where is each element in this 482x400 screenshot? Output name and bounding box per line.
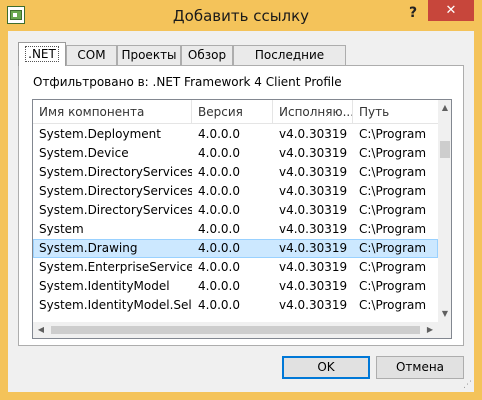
help-button[interactable]: ? <box>402 3 424 23</box>
cell-name: System.Deployment <box>39 127 161 141</box>
table-row[interactable]: System.DirectoryServices 4.0.0.0 v4.0.30… <box>33 182 438 201</box>
cell-path: C:\Program <box>359 146 427 160</box>
column-header-runtime[interactable]: Исполняю... <box>273 100 353 124</box>
cell-name: System.IdentityModel <box>39 279 170 293</box>
tab-com[interactable]: COM <box>66 45 117 65</box>
cell-path: C:\Program <box>359 127 427 141</box>
cell-runtime: v4.0.30319 <box>279 279 348 293</box>
cell-name: System.DirectoryServices.P... <box>39 203 192 217</box>
cell-path: C:\Program <box>359 184 427 198</box>
cell-runtime: v4.0.30319 <box>279 165 348 179</box>
cell-path: C:\Program <box>359 222 427 236</box>
cell-name: System.DirectoryServices <box>39 184 192 198</box>
cell-path: C:\Program <box>359 279 427 293</box>
table-row[interactable]: System.DirectoryServices.... 4.0.0.0 v4.… <box>33 163 438 182</box>
horizontal-scrollbar[interactable]: ◀ ▶ <box>33 322 438 338</box>
cell-version: 4.0.0.0 <box>198 146 240 160</box>
cancel-button[interactable]: Отмена <box>376 356 464 379</box>
size-grip-icon[interactable]: ⋰ <box>462 380 472 390</box>
vertical-scroll-thumb[interactable] <box>440 141 450 158</box>
scrollbar-corner <box>438 322 451 338</box>
tab-projects[interactable]: Проекты <box>117 45 181 65</box>
cell-path: C:\Program <box>359 260 427 274</box>
cell-name: System <box>39 222 84 236</box>
cell-path: C:\Program <box>359 203 427 217</box>
cell-name: System.Drawing <box>39 241 138 255</box>
cell-path: C:\Program <box>359 241 427 255</box>
cell-runtime: v4.0.30319 <box>279 184 348 198</box>
cell-version: 4.0.0.0 <box>198 165 240 179</box>
cell-name: System.DirectoryServices.... <box>39 165 192 179</box>
cell-version: 4.0.0.0 <box>198 184 240 198</box>
scroll-left-icon[interactable]: ◀ <box>33 322 49 338</box>
table-row-selected[interactable]: System.Drawing 4.0.0.0 v4.0.30319 C:\Pro… <box>33 239 438 258</box>
column-header-version[interactable]: Версия <box>192 100 273 124</box>
cell-runtime: v4.0.30319 <box>279 127 348 141</box>
dialog-window: Добавить ссылку ? ✕ .NET COM Проекты Обз… <box>0 0 482 400</box>
cell-name: System.IdentityModel.Sele... <box>39 298 192 312</box>
cell-runtime: v4.0.30319 <box>279 260 348 274</box>
cell-version: 4.0.0.0 <box>198 260 240 274</box>
cell-runtime: v4.0.30319 <box>279 146 348 160</box>
tab-recent-files[interactable]: Последние файлы <box>233 45 346 80</box>
cell-version: 4.0.0.0 <box>198 127 240 141</box>
cell-version: 4.0.0.0 <box>198 222 240 236</box>
cell-name: System.EnterpriseServices <box>39 260 192 274</box>
table-row[interactable]: System.IdentityModel 4.0.0.0 v4.0.30319 … <box>33 277 438 296</box>
scroll-down-icon[interactable]: ▼ <box>438 306 451 322</box>
table-row[interactable]: System.EnterpriseServices 4.0.0.0 v4.0.3… <box>33 258 438 277</box>
cell-runtime: v4.0.30319 <box>279 222 348 236</box>
dialog-client-area: .NET COM Проекты Обзор Последние файлы О… <box>8 31 474 392</box>
table-row[interactable]: System.Deployment 4.0.0.0 v4.0.30319 C:\… <box>33 125 438 144</box>
tab-browse[interactable]: Обзор <box>181 45 233 65</box>
title-bar[interactable]: Добавить ссылку ? ✕ <box>0 0 482 31</box>
cell-path: C:\Program <box>359 298 427 312</box>
cell-runtime: v4.0.30319 <box>279 203 348 217</box>
vertical-scrollbar[interactable]: ▲ ▼ <box>438 100 451 322</box>
table-row[interactable]: System.Device 4.0.0.0 v4.0.30319 C:\Prog… <box>33 144 438 163</box>
ok-button[interactable]: OK <box>282 356 370 379</box>
cell-runtime: v4.0.30319 <box>279 298 348 312</box>
close-icon: ✕ <box>445 3 457 18</box>
cell-version: 4.0.0.0 <box>198 203 240 217</box>
scroll-up-icon[interactable]: ▲ <box>438 100 451 116</box>
tab-panel-dotnet: Отфильтровано в: .NET Framework 4 Client… <box>18 65 464 346</box>
table-row[interactable]: System 4.0.0.0 v4.0.30319 C:\Program <box>33 220 438 239</box>
close-button[interactable]: ✕ <box>428 0 474 21</box>
horizontal-scroll-thumb[interactable] <box>51 326 420 334</box>
cell-version: 4.0.0.0 <box>198 241 240 255</box>
table-row[interactable]: System.IdentityModel.Sele... 4.0.0.0 v4.… <box>33 296 438 315</box>
column-header-name[interactable]: Имя компонента <box>33 100 192 124</box>
table-row[interactable]: System.DirectoryServices.P... 4.0.0.0 v4… <box>33 201 438 220</box>
column-header-path[interactable]: Путь <box>353 100 438 124</box>
scroll-right-icon[interactable]: ▶ <box>422 322 438 338</box>
tab-dotnet[interactable]: .NET <box>18 42 66 66</box>
cell-name: System.Device <box>39 146 129 160</box>
cell-version: 4.0.0.0 <box>198 279 240 293</box>
cell-version: 4.0.0.0 <box>198 298 240 312</box>
component-list[interactable]: Имя компонента Версия Исполняю... Путь S… <box>32 99 452 339</box>
filter-label: Отфильтровано в: .NET Framework 4 Client… <box>33 75 342 89</box>
list-header: Имя компонента Версия Исполняю... Путь <box>33 100 438 124</box>
cell-runtime: v4.0.30319 <box>279 241 348 255</box>
cell-path: C:\Program <box>359 165 427 179</box>
